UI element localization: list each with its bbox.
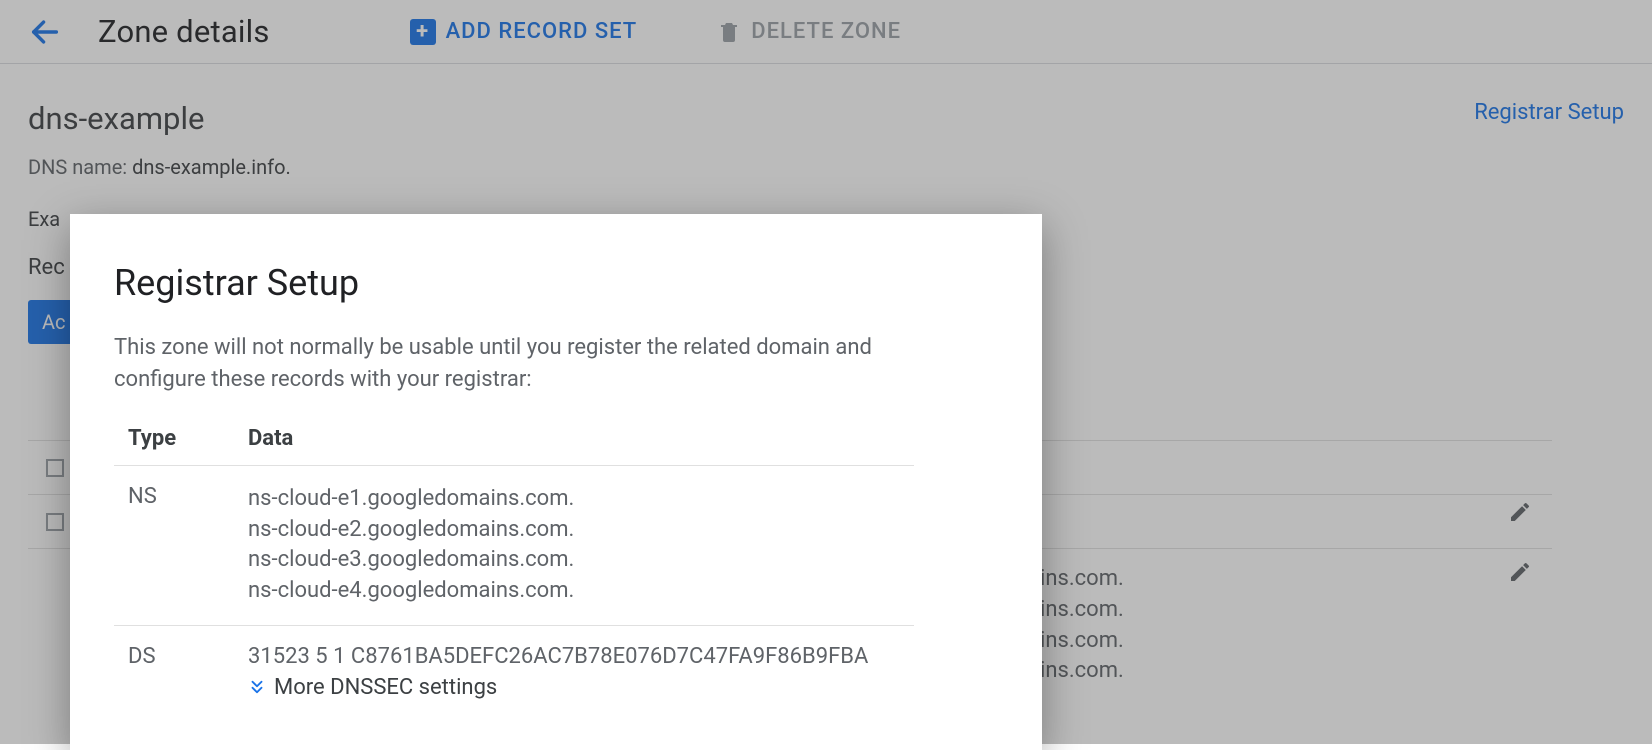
ns-value: ns-cloud-e1.googledomains.com. — [248, 484, 914, 515]
registrar-records-table: Type Data NS ns-cloud-e1.googledomains.c… — [114, 426, 914, 721]
col-data-header: Data — [234, 426, 914, 466]
ns-value: ns-cloud-e4.googledomains.com. — [248, 576, 914, 607]
record-type-ds: DS — [114, 625, 234, 720]
more-dnssec-label: More DNSSEC settings — [274, 675, 497, 700]
ns-value: ns-cloud-e3.googledomains.com. — [248, 545, 914, 576]
record-data-ns: ns-cloud-e1.googledomains.com. ns-cloud-… — [234, 465, 914, 625]
record-data-ds: 31523 5 1 C8761BA5DEFC26AC7B78E076D7C47F… — [234, 625, 914, 720]
col-type-header: Type — [114, 426, 234, 466]
table-row: NS ns-cloud-e1.googledomains.com. ns-clo… — [114, 465, 914, 625]
registrar-setup-dialog: Registrar Setup This zone will not norma… — [70, 214, 1042, 750]
ns-value: ns-cloud-e2.googledomains.com. — [248, 515, 914, 546]
dialog-description: This zone will not normally be usable un… — [114, 332, 934, 396]
record-type-ns: NS — [114, 465, 234, 625]
table-row: DS 31523 5 1 C8761BA5DEFC26AC7B78E076D7C… — [114, 625, 914, 720]
ds-value: 31523 5 1 C8761BA5DEFC26AC7B78E076D7C47F… — [248, 644, 914, 669]
dialog-title: Registrar Setup — [114, 262, 998, 304]
more-dnssec-settings-link[interactable]: More DNSSEC settings — [248, 675, 497, 700]
chevron-down-icon — [248, 678, 266, 696]
